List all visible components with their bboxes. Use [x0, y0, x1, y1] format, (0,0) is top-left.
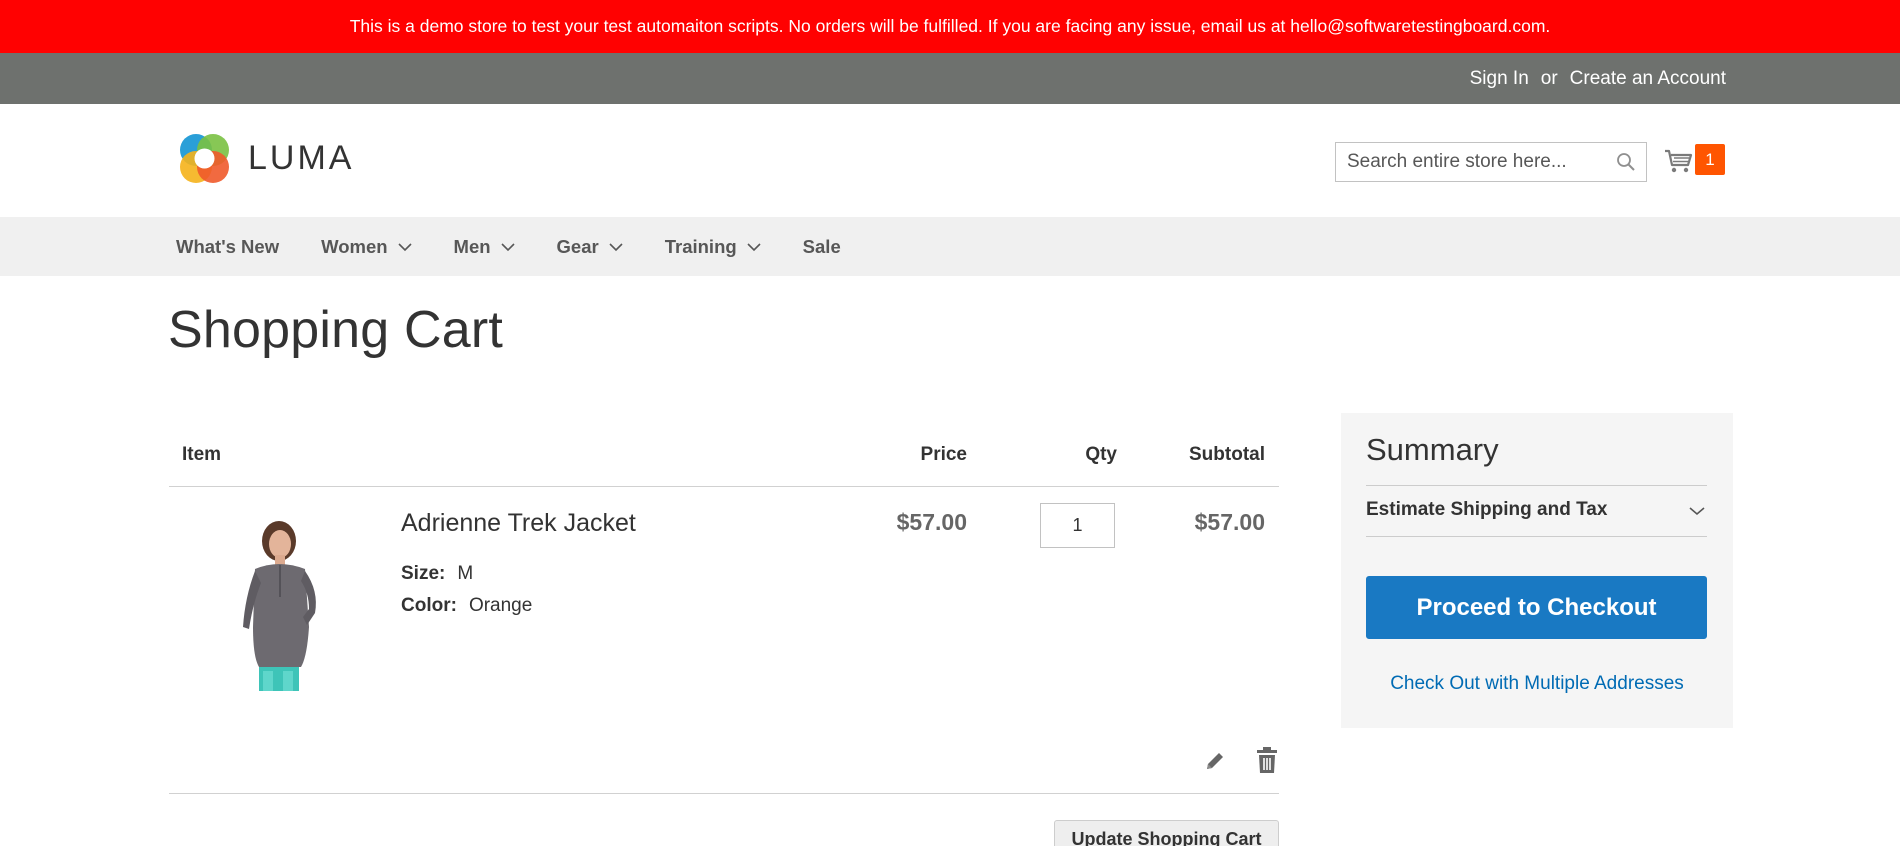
- chevron-down-icon: [397, 242, 412, 251]
- chevron-down-icon: [1689, 507, 1705, 516]
- header-main: LUMA 1: [0, 104, 1900, 217]
- chevron-down-icon: [500, 242, 515, 251]
- option-value: Orange: [468, 595, 533, 616]
- chevron-down-icon: [609, 242, 623, 251]
- nav-item-label: Men: [453, 235, 491, 257]
- search-icon[interactable]: [1616, 152, 1636, 172]
- item-price: $57.00: [896, 509, 967, 535]
- product-option-color: Color: Orange: [401, 595, 532, 617]
- luma-logo-icon: [180, 134, 229, 183]
- nav-item-label: Women: [321, 235, 388, 257]
- nav-item-men[interactable]: Men: [454, 236, 515, 258]
- cart-table: Item Price Qty Subtotal Adrienne Trek Ja…: [169, 430, 1279, 794]
- account-links: Sign In or Create an Account: [1470, 53, 1726, 104]
- demo-banner-text: This is a demo store to test your test a…: [349, 16, 1551, 36]
- estimate-shipping-label: Estimate Shipping and Tax: [1366, 499, 1608, 520]
- summary-title: Summary: [1366, 432, 1499, 467]
- cart-item-row: Adrienne Trek Jacket Size: M Color: Orange…: [169, 487, 1279, 794]
- nav-item-whats-new[interactable]: What's New: [176, 236, 279, 258]
- product-option-size: Size: M: [401, 563, 473, 585]
- estimate-shipping-toggle[interactable]: Estimate Shipping and Tax: [1366, 485, 1707, 537]
- option-value: M: [457, 563, 474, 584]
- update-shopping-cart-button[interactable]: Update Shopping Cart: [1054, 820, 1279, 846]
- option-label: Size:: [401, 563, 446, 584]
- column-header-subtotal: Subtotal: [1189, 444, 1265, 465]
- product-image[interactable]: [209, 517, 349, 691]
- cart-icon: [1665, 149, 1693, 172]
- create-account-link[interactable]: Create an Account: [1570, 68, 1726, 90]
- search-input[interactable]: [1336, 151, 1601, 173]
- nav-item-label: What's New: [176, 235, 280, 257]
- column-header-price: Price: [920, 444, 967, 465]
- search-box: [1335, 142, 1647, 182]
- multiple-addresses-link[interactable]: Check Out with Multiple Addresses: [1341, 673, 1733, 695]
- chevron-down-icon: [747, 242, 761, 251]
- qty-input[interactable]: [1040, 503, 1115, 548]
- page-title: Shopping Cart: [168, 301, 504, 359]
- nav-items: What's New Women Men Gear Training Sale: [176, 217, 883, 276]
- option-label: Color:: [401, 595, 457, 616]
- cart-summary: Summary Estimate Shipping and Tax Procee…: [1341, 413, 1733, 728]
- minicart[interactable]: 1: [1663, 144, 1725, 175]
- main-navigation: What's New Women Men Gear Training Sale: [0, 217, 1900, 276]
- nav-item-label: Sale: [802, 235, 841, 257]
- demo-store-banner: This is a demo store to test your test a…: [0, 0, 1900, 53]
- column-header-item: Item: [182, 444, 222, 465]
- trash-icon[interactable]: [1256, 746, 1278, 774]
- nav-item-gear[interactable]: Gear: [557, 236, 623, 258]
- edit-pencil-icon[interactable]: [1203, 749, 1227, 773]
- nav-item-women[interactable]: Women: [321, 235, 412, 258]
- product-name-link[interactable]: Adrienne Trek Jacket: [401, 509, 636, 538]
- nav-item-label: Gear: [556, 235, 599, 257]
- cart-table-header: Item Price Qty Subtotal: [169, 430, 1279, 487]
- or-separator: or: [1540, 67, 1558, 89]
- header-top-bar: Sign In or Create an Account: [0, 53, 1900, 104]
- column-header-qty: Qty: [1085, 444, 1117, 465]
- luma-logo[interactable]: LUMA: [176, 130, 354, 187]
- logo-text: LUMA: [248, 139, 355, 177]
- nav-item-sale[interactable]: Sale: [803, 236, 841, 258]
- nav-item-training[interactable]: Training: [665, 236, 761, 258]
- cart-count-badge: 1: [1695, 144, 1725, 175]
- nav-item-label: Training: [664, 235, 737, 257]
- sign-in-link[interactable]: Sign In: [1470, 68, 1529, 90]
- item-subtotal: $57.00: [1194, 509, 1265, 535]
- proceed-to-checkout-button[interactable]: Proceed to Checkout: [1366, 576, 1707, 639]
